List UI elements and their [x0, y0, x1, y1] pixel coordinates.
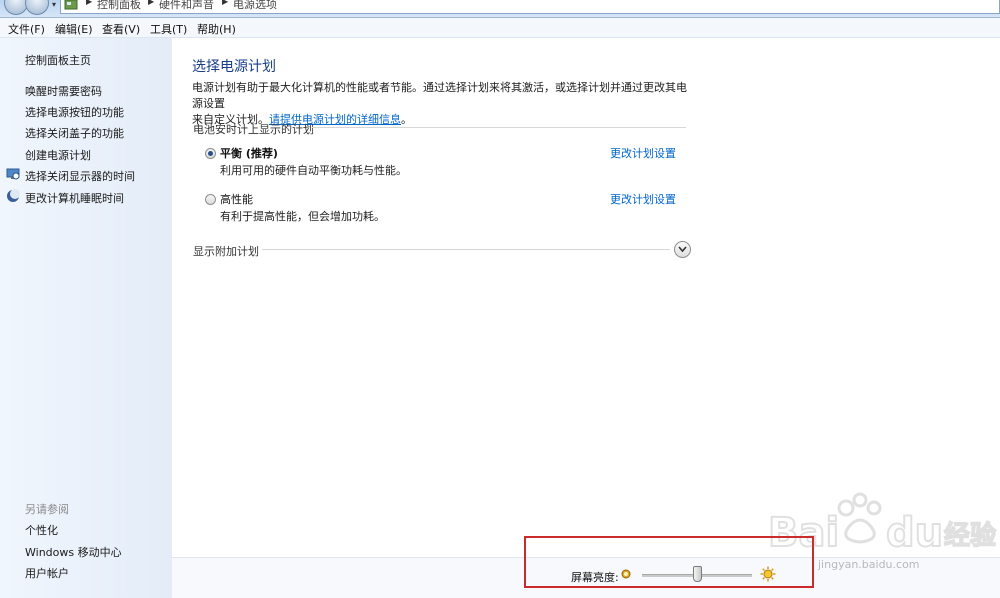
sleep-moon-icon	[7, 189, 20, 202]
plan-balanced-radio[interactable]	[205, 148, 216, 159]
section-divider	[312, 127, 686, 128]
power-button-function-link[interactable]: 选择电源按钮的功能	[25, 104, 124, 120]
breadcrumb-separator-icon: ▶	[148, 0, 155, 6]
page-title: 选择电源计划	[192, 59, 276, 75]
menu-tools[interactable]: 工具(T)	[150, 21, 187, 37]
wake-password-link[interactable]: 唤醒时需要密码	[25, 83, 102, 99]
show-additional-plans-label[interactable]: 显示附加计划	[193, 243, 259, 259]
chevron-down-icon	[678, 246, 687, 253]
description-suffix: 。	[401, 113, 412, 126]
menu-view[interactable]: 查看(V)	[102, 21, 140, 37]
control-panel-home-link[interactable]: 控制面板主页	[25, 52, 91, 68]
svg-text:经验: 经验	[944, 520, 996, 551]
menu-edit[interactable]: 编辑(E)	[55, 21, 93, 37]
plan-high-performance-radio[interactable]	[205, 194, 216, 205]
lid-close-function-link[interactable]: 选择关闭盖子的功能	[25, 125, 124, 141]
personalization-link[interactable]: 个性化	[25, 522, 58, 538]
plan-high-performance-name[interactable]: 高性能	[220, 191, 253, 207]
display-off-icon	[6, 168, 20, 180]
change-plan-settings-high-performance-link[interactable]: 更改计划设置	[610, 191, 676, 207]
breadcrumb-separator-icon: ▶	[86, 0, 93, 6]
breadcrumb-item-hardware-sound[interactable]: 硬件和声音	[159, 0, 214, 12]
user-accounts-link[interactable]: 用户帐户	[25, 565, 69, 581]
expand-additional-plans-button[interactable]	[674, 241, 691, 258]
change-plan-settings-balanced-link[interactable]: 更改计划设置	[610, 145, 676, 161]
breadcrumb-item-power-options[interactable]: 电源选项	[233, 0, 277, 12]
breadcrumb-item-control-panel[interactable]: 控制面板	[97, 0, 141, 12]
mobility-center-link[interactable]: Windows 移动中心	[25, 544, 122, 560]
svg-text:du: du	[886, 510, 943, 556]
watermark-url: jingyan.baidu.com	[818, 558, 920, 571]
sleep-time-link[interactable]: 更改计算机睡眠时间	[25, 190, 124, 206]
battery-meter-plans-label: 电池安时计上显示的计划	[193, 123, 314, 136]
menu-bar: 文件(F) 编辑(E) 查看(V) 工具(T) 帮助(H)	[0, 18, 1000, 38]
see-also-heading: 另请参阅	[25, 503, 69, 516]
breadcrumb-separator-icon: ▶	[222, 0, 229, 6]
create-power-plan-link[interactable]: 创建电源计划	[25, 147, 91, 163]
brightness-highlight-box	[524, 536, 814, 588]
additional-plans-divider	[262, 249, 670, 250]
description-line-1: 电源计划有助于最大化计算机的性能或者节能。通过选择计划来将其激活，或选择计划并通…	[192, 81, 687, 110]
plan-balanced-description: 利用可用的硬件自动平衡功耗与性能。	[220, 164, 407, 177]
plan-high-performance-description: 有利于提高性能，但会增加功耗。	[220, 210, 385, 223]
control-panel-icon	[64, 0, 78, 10]
menu-file[interactable]: 文件(F)	[8, 21, 45, 37]
display-off-time-link[interactable]: 选择关闭显示器的时间	[25, 168, 135, 184]
plan-balanced-name[interactable]: 平衡 (推荐)	[220, 145, 278, 161]
recent-pages-dropdown-icon[interactable]: ▾	[52, 0, 60, 9]
menu-help[interactable]: 帮助(H)	[197, 21, 236, 37]
